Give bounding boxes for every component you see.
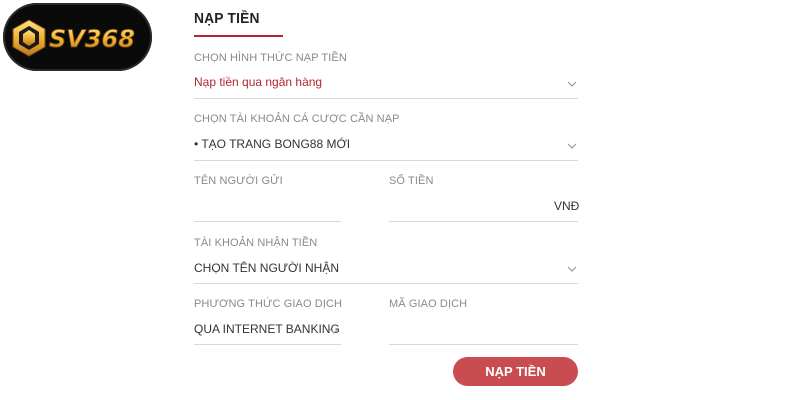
transaction-method-label: PHƯƠNG THỨC GIAO DỊCH: [194, 298, 343, 310]
deposit-page: SV368 NẠP TIỀN CHỌN HÌNH THỨC NẠP TIỀN N…: [0, 0, 800, 400]
currency-unit: VNĐ: [554, 199, 580, 213]
logo-text: SV368: [49, 25, 135, 53]
deposit-method-underline: [194, 98, 578, 99]
form-title: NẠP TIỀN: [194, 10, 260, 27]
deposit-form: NẠP TIỀN CHỌN HÌNH THỨC NẠP TIỀN Nạp tiề…: [194, 0, 580, 400]
amount-label: SỐ TIỀN: [389, 175, 434, 187]
transaction-code-label: MÃ GIAO DỊCH: [389, 298, 468, 310]
betting-account-value: • TẠO TRANG BONG88 MỚI: [194, 137, 351, 151]
receiving-account-value: CHỌN TÊN NGƯỜI NHẬN: [194, 261, 339, 275]
chevron-down-icon[interactable]: [567, 142, 577, 150]
transaction-code-underline: [389, 344, 578, 345]
deposit-method-value: Nạp tiền qua ngân hàng: [194, 75, 323, 89]
submit-deposit-button[interactable]: NẠP TIỀN: [453, 357, 578, 386]
sv368-logo-icon: SV368: [12, 19, 135, 57]
transaction-method-underline: [194, 344, 341, 345]
sender-name-underline: [194, 221, 341, 222]
chevron-down-icon[interactable]: [567, 265, 577, 273]
title-underline: [194, 35, 283, 37]
betting-account-underline: [194, 160, 578, 161]
transaction-method-value: QUA INTERNET BANKING: [194, 322, 340, 336]
receiving-account-label: TÀI KHOẢN NHẬN TIỀN: [194, 237, 318, 249]
chevron-down-icon[interactable]: [567, 80, 577, 88]
amount-underline: [389, 221, 578, 222]
chevron-down-icon[interactable]: [329, 327, 339, 335]
deposit-method-label: CHỌN HÌNH THỨC NẠP TIỀN: [194, 52, 347, 64]
brand-logo[interactable]: SV368: [3, 3, 152, 71]
receiving-account-underline: [194, 283, 578, 284]
betting-account-label: CHỌN TÀI KHOẢN CÁ CƯỢC CẦN NẠP: [194, 113, 400, 125]
sender-name-label: TÊN NGƯỜI GỬI: [194, 175, 283, 187]
